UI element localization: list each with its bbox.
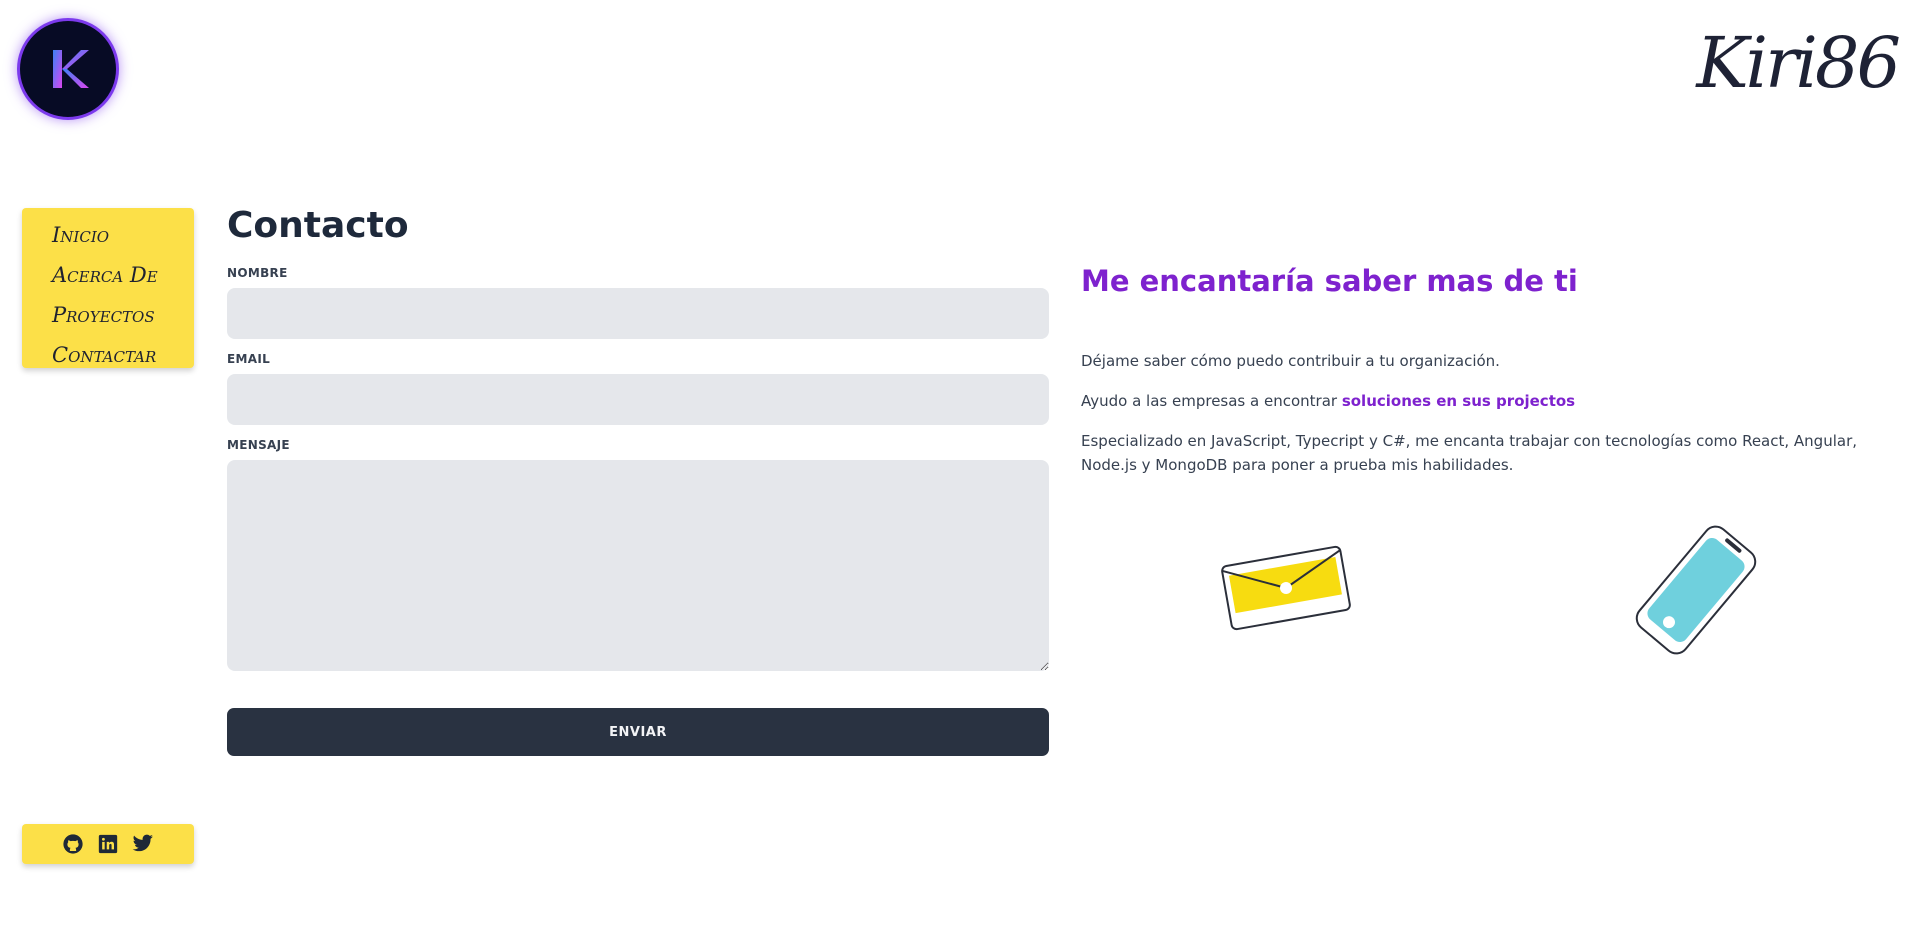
name-input[interactable] xyxy=(227,288,1049,339)
info-paragraph-1: Déjame saber cómo puedo contribuir a tu … xyxy=(1081,352,1500,370)
email-label: EMAIL xyxy=(227,352,271,366)
side-nav: Inicio Acerca De Proyectos Contactar xyxy=(22,208,194,368)
signature-logo: Kiri86 xyxy=(1696,22,1901,104)
submit-button[interactable]: ENVIAR xyxy=(227,708,1049,756)
logo-k-icon xyxy=(53,50,89,88)
info-headline: Me encantaría saber mas de ti xyxy=(1081,264,1578,298)
nav-item-acerca-de[interactable]: Acerca De xyxy=(52,256,194,296)
nav-item-proyectos[interactable]: Proyectos xyxy=(52,296,194,336)
message-textarea[interactable] xyxy=(227,460,1049,671)
wallet-illustration-icon xyxy=(1221,545,1351,631)
info-paragraph-3: Especializado en JavaScript, Typecript y… xyxy=(1081,432,1858,474)
email-input[interactable] xyxy=(227,374,1049,425)
nav-item-inicio[interactable]: Inicio xyxy=(52,216,194,256)
linkedin-icon[interactable] xyxy=(98,834,118,854)
info-paragraph-2: Ayudo a las empresas a encontrar solucio… xyxy=(1081,389,1901,413)
phone-illustration-icon xyxy=(1635,525,1757,655)
nav-item-contactar[interactable]: Contactar xyxy=(52,336,194,376)
info-paragraph-2-text: Ayudo a las empresas a encontrar xyxy=(1081,392,1342,410)
info-highlight: soluciones en sus projectos xyxy=(1341,392,1576,410)
twitter-icon[interactable] xyxy=(132,834,154,854)
contact-title: Contacto xyxy=(227,205,409,246)
message-label: MENSAJE xyxy=(227,438,290,452)
social-links xyxy=(22,824,194,864)
logo[interactable] xyxy=(17,18,119,120)
github-icon[interactable] xyxy=(62,833,84,855)
name-label: NOMBRE xyxy=(227,266,288,280)
